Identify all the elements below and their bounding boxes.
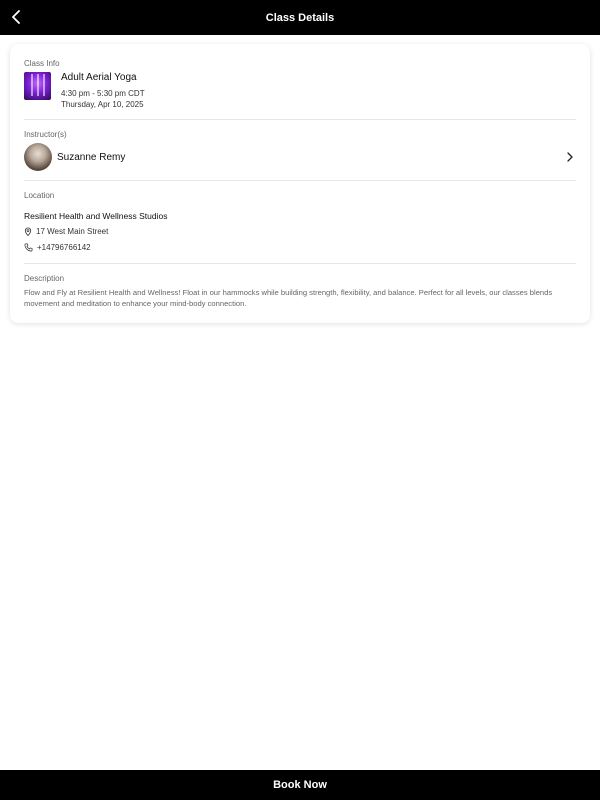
chevron-left-icon (12, 10, 20, 24)
description-text: Flow and Fly at Resilient Health and Wel… (24, 288, 553, 308)
chevron-right-icon (567, 152, 573, 162)
class-time: 4:30 pm - 5:30 pm CDT (61, 89, 145, 98)
page-title: Class Details (265, 11, 335, 24)
class-details-card: Class Info Adult Aerial Yoga 4:30 pm - 5… (10, 44, 590, 323)
instructor-row[interactable]: Suzanne Remy (24, 142, 576, 172)
class-date: Thursday, Apr 10, 2025 (61, 100, 144, 109)
divider (24, 119, 576, 120)
phone-row[interactable]: +14796766142 (24, 243, 91, 252)
divider (24, 180, 576, 181)
class-thumbnail (24, 72, 51, 100)
map-pin-icon (24, 227, 32, 236)
phone-icon (24, 243, 33, 252)
class-info-section: Class Info Adult Aerial Yoga 4:30 pm - 5… (24, 59, 576, 109)
header-bar: Class Details (0, 0, 600, 35)
class-name: Adult Aerial Yoga (61, 72, 137, 83)
instructor-avatar (24, 143, 52, 171)
studio-name: Resilient Health and Wellness Studios (24, 211, 168, 221)
instructors-label: Instructor(s) (24, 130, 67, 139)
book-now-button[interactable]: Book Now (0, 770, 600, 800)
instructor-name: Suzanne Remy (57, 151, 126, 163)
divider (24, 263, 576, 264)
back-button[interactable] (6, 6, 28, 28)
class-info-label: Class Info (24, 59, 60, 68)
phone-text: +14796766142 (37, 243, 91, 252)
address-text: 17 West Main Street (36, 227, 109, 236)
address-row[interactable]: 17 West Main Street (24, 227, 108, 236)
location-label: Location (24, 191, 55, 200)
book-now-label: Book Now (273, 779, 327, 791)
description-label: Description (24, 274, 65, 283)
